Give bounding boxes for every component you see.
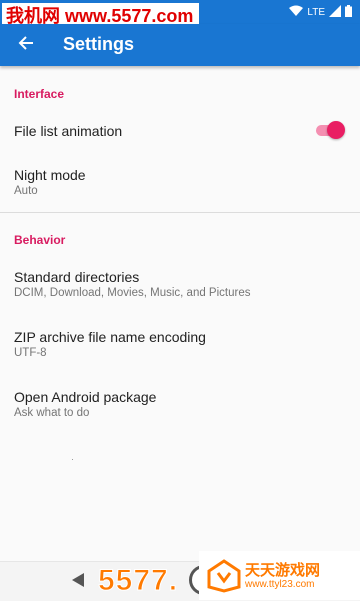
pref-zip-encoding[interactable]: ZIP archive file name encoding UTF-8 (0, 318, 360, 370)
bottom-watermark-number: 5577. (97, 564, 179, 598)
app-bar: Settings (0, 24, 360, 66)
arrow-back-icon (18, 35, 34, 56)
section-divider (0, 212, 360, 213)
watermark-url: www.ttyl23.com (245, 579, 315, 590)
signal-icon (329, 4, 341, 20)
pref-standard-directories[interactable]: Standard directories DCIM, Download, Mov… (0, 258, 360, 310)
pref-summary: UTF-8 (14, 347, 47, 359)
pref-summary: DCIM, Download, Movies, Music, and Pictu… (14, 287, 251, 299)
pref-night-mode[interactable]: Night mode Auto (0, 158, 360, 208)
switch-thumb (327, 121, 345, 139)
bottom-watermark-logo-box: 天天游戏网 www.ttyl23.com (199, 551, 360, 600)
pref-open-android-package[interactable]: Open Android package Ask what to do (0, 378, 360, 430)
pref-title: ZIP archive file name encoding (14, 329, 206, 345)
pref-title: Night mode (14, 167, 86, 183)
pref-title: Standard directories (14, 269, 140, 285)
pref-title: File list animation (14, 123, 123, 139)
status-icons: LTE (289, 4, 352, 20)
stray-dot (72, 459, 73, 460)
section-header-behavior: Behavior (14, 233, 66, 247)
back-button[interactable] (12, 31, 40, 59)
watermark-logo-icon (207, 559, 241, 593)
pref-summary: Auto (14, 185, 38, 197)
page-title: Settings (63, 34, 135, 54)
wifi-icon (289, 5, 304, 20)
pref-summary: Ask what to do (14, 407, 90, 419)
battery-icon (345, 4, 352, 20)
pref-file-list-animation[interactable]: File list animation (0, 110, 360, 154)
section-header-interface: Interface (14, 87, 65, 101)
pref-title: Open Android package (14, 389, 157, 405)
file-list-animation-toggle[interactable] (316, 120, 345, 140)
watermark-site-name: 天天游戏网 (245, 562, 321, 579)
lte-label: LTE (307, 6, 325, 18)
nav-back-icon[interactable] (72, 573, 84, 587)
